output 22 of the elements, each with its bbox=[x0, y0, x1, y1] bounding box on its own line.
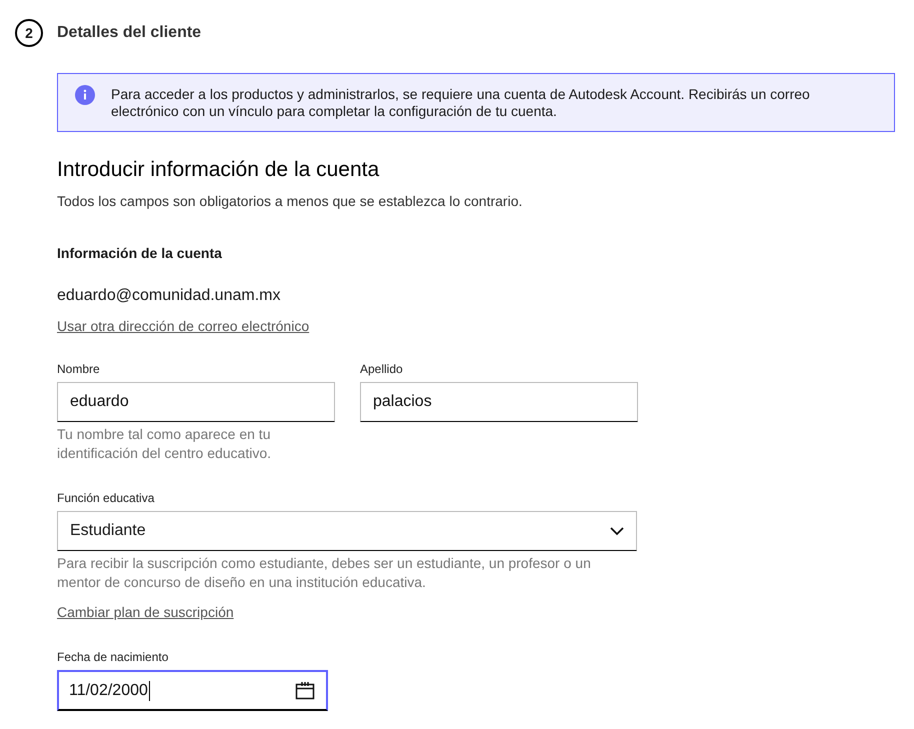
role-dropdown[interactable]: Estudiante bbox=[57, 511, 637, 551]
step-title: Detalles del cliente bbox=[57, 24, 202, 42]
last-name-field[interactable]: palacios bbox=[360, 382, 638, 422]
field-hint: Para recibir la suscripción como estudiante, debes ser un estudiante, un profesor o un mentor de concurso de diseño en una institución educativa. bbox=[57, 554, 592, 592]
info-icon bbox=[75, 85, 95, 105]
birth-date-field[interactable]: 11/02/2000 bbox=[57, 670, 328, 711]
info-message: Para acceder a los productos y administrarlos, se requiere una cuenta de Autodesk Account. Recibirás un correo electrónico con un vínculo para completar la configuración de tu cuenta. bbox=[111, 86, 811, 120]
field-label: Nombre bbox=[57, 362, 101, 376]
field-hint: Tu nombre tal como aparece en tu identificación del centro educativo. bbox=[57, 425, 272, 463]
first-name-field[interactable]: eduardo bbox=[57, 382, 335, 422]
step-number: 2 bbox=[15, 19, 43, 47]
form-subheading: Todos los campos son obligatorios a menos que se establezca lo contrario. bbox=[57, 193, 524, 209]
form-heading: Introducir información de la cuenta bbox=[57, 158, 380, 182]
calendar-icon bbox=[295, 680, 315, 700]
email-address: eduardo@comunidad.unam.mx bbox=[57, 287, 282, 305]
change-email-link[interactable]: Usar otra dirección de correo electrónico bbox=[57, 318, 310, 334]
field-label: Función educativa bbox=[57, 491, 156, 505]
change-plan-link[interactable]: Cambiar plan de suscripción bbox=[57, 604, 234, 620]
section-title: Información de la cuenta bbox=[57, 245, 223, 261]
field-label: Fecha de nacimiento bbox=[57, 650, 170, 664]
field-label: Apellido bbox=[360, 362, 404, 376]
chevron-down-icon bbox=[610, 526, 624, 536]
